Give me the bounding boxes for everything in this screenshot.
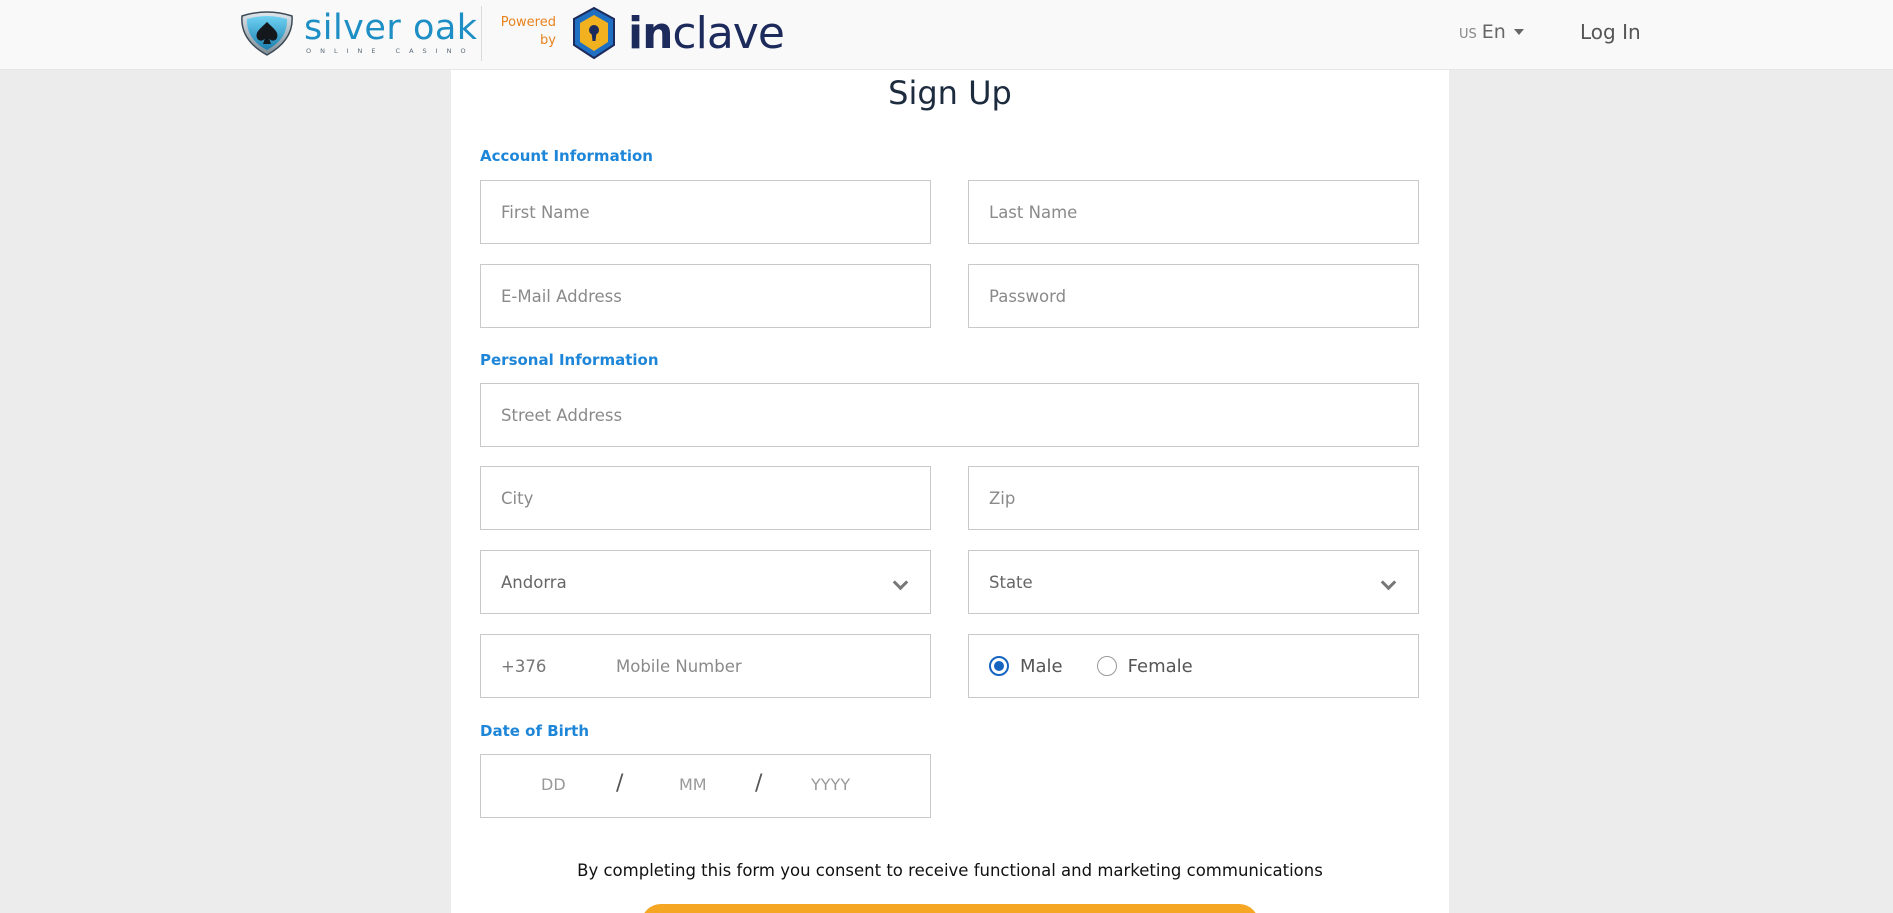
country-select[interactable]: Andorra	[480, 550, 931, 614]
personal-information-heading: Personal Information	[480, 351, 659, 369]
powered-by-label: Powered by	[500, 15, 556, 48]
inclave-wordmark: inclave	[628, 8, 785, 59]
silver-oak-logo[interactable]: silver oak ONLINE CASINO	[238, 8, 478, 58]
state-value: State	[989, 572, 1033, 592]
email-input[interactable]: E-Mail Address	[480, 264, 931, 328]
male-radio[interactable]	[989, 656, 1009, 676]
dob-year-input[interactable]: YYYY	[811, 775, 850, 794]
gender-radio-group: Male Female	[968, 634, 1419, 698]
signup-card: Sign Up Account Information First Name L…	[451, 70, 1449, 913]
zip-input[interactable]: Zip	[968, 466, 1419, 530]
street-address-input[interactable]: Street Address	[480, 383, 1419, 447]
us-flag-icon: US	[1459, 27, 1477, 42]
page-title: Sign Up	[888, 74, 1012, 112]
state-select[interactable]: State	[968, 550, 1419, 614]
chevron-down-icon	[1380, 574, 1397, 591]
country-value: Andorra	[501, 572, 567, 592]
brand-tagline: ONLINE CASINO	[306, 47, 475, 56]
caret-down-icon	[1513, 29, 1524, 35]
submit-button[interactable]	[641, 904, 1259, 913]
dob-separator: /	[616, 771, 624, 796]
language-selector[interactable]: US En	[1459, 21, 1524, 43]
consent-text: By completing this form you consent to r…	[577, 861, 1323, 880]
spade-shield-icon	[241, 11, 293, 56]
login-link[interactable]: Log In	[1580, 20, 1641, 44]
chevron-down-icon	[892, 574, 909, 591]
account-information-heading: Account Information	[480, 147, 653, 165]
last-name-input[interactable]: Last Name	[968, 180, 1419, 244]
female-radio[interactable]	[1096, 656, 1117, 676]
dob-day-input[interactable]: DD	[541, 775, 566, 794]
dial-code[interactable]: +376	[501, 657, 616, 676]
date-of-birth-heading: Date of Birth	[480, 722, 590, 740]
top-header: silver oak ONLINE CASINO Powered by incl…	[0, 0, 1893, 70]
language-label: En	[1481, 21, 1506, 43]
first-name-input[interactable]: First Name	[480, 180, 931, 244]
brand-name: silver oak	[304, 8, 478, 49]
dob-separator: /	[755, 771, 763, 796]
city-input[interactable]: City	[480, 466, 931, 530]
female-label[interactable]: Female	[1128, 656, 1193, 677]
dob-month-input[interactable]: MM	[679, 775, 707, 794]
date-of-birth-input: DD / MM / YYYY	[480, 754, 931, 818]
password-input[interactable]: Password	[968, 264, 1419, 328]
mobile-placeholder: Mobile Number	[616, 656, 742, 676]
male-label[interactable]: Male	[1020, 656, 1063, 677]
brand-divider	[481, 6, 482, 61]
inclave-shield-icon	[573, 6, 615, 60]
mobile-number-input[interactable]: +376 Mobile Number	[480, 634, 931, 698]
